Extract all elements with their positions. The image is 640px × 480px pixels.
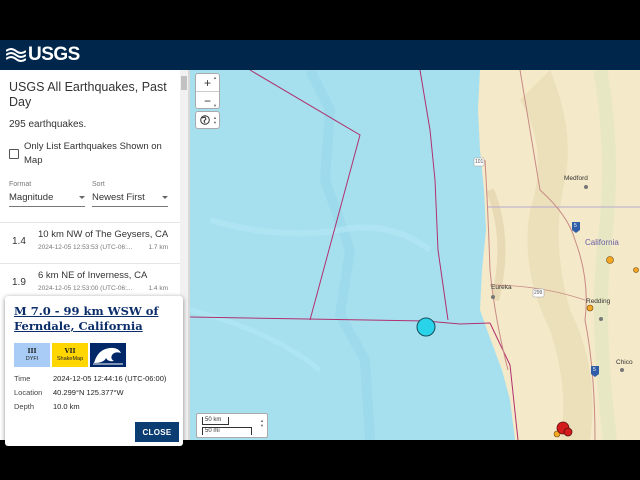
location-value: 40.299°N 125.377°W <box>53 388 124 397</box>
format-value: Magnitude <box>9 192 54 203</box>
list-item-depth: 1.4 km <box>148 285 168 292</box>
format-select-group: Format Magnitude <box>9 181 85 207</box>
map-label-medford: Medford <box>564 175 588 182</box>
sort-select-group: Sort Newest First <box>92 181 168 207</box>
map-label-california: California <box>585 238 619 247</box>
only-list-shown-checkbox[interactable] <box>9 149 19 159</box>
sort-select[interactable]: Newest First <box>92 192 168 207</box>
popup-event-title[interactable]: M 7.0 - 99 km WSW of Ferndale, Californi… <box>14 304 179 334</box>
depth-label: Depth <box>14 402 35 411</box>
shakemap-intensity: VII <box>64 347 76 355</box>
scale-mi: 50 mi <box>202 427 252 435</box>
usgs-logo[interactable]: USGS <box>6 44 80 66</box>
plus-icon: + <box>203 75 211 90</box>
map-label-hwy5b: 5 <box>593 367 596 373</box>
chevron-up-icon: ▲ <box>213 75 217 80</box>
shakemap-badge[interactable]: VII ShakeMap <box>52 343 88 367</box>
depth-value: 10.0 km <box>53 402 80 411</box>
sort-label: Sort <box>92 181 105 188</box>
dyfi-badge[interactable]: III DYFI <box>14 343 50 367</box>
popup-location-row: Location 40.299°N 125.377°W <box>14 388 124 397</box>
map-label-chico: Chico <box>616 359 633 366</box>
list-item-place: 6 km NE of Inverness, CA <box>38 270 148 281</box>
map-label-redding: Redding <box>586 298 611 305</box>
usgs-header: USGS <box>0 40 640 70</box>
map-scale: 50 km 50 mi ▲ ▼ <box>196 413 268 438</box>
chevron-down-icon: ▼ <box>213 103 217 108</box>
dyfi-label: DYFI <box>25 356 39 362</box>
map-canvas <box>190 70 640 440</box>
tsunami-icon[interactable] <box>90 343 126 367</box>
world-view-button[interactable]: ▲ ▼ <box>195 111 220 129</box>
chevron-updown-icon: ▲ ▼ <box>213 115 217 125</box>
list-item-depth: 1.7 km <box>148 244 168 251</box>
list-item-place: 10 km NW of The Geysers, CA <box>38 229 169 240</box>
map-label-hwy299: 299 <box>534 290 543 296</box>
zoom-in-button[interactable]: + ▲ <box>196 74 219 91</box>
map-label-eureka: Eureka <box>491 284 512 291</box>
scale-km: 50 km <box>202 417 229 425</box>
sort-value: Newest First <box>92 192 145 203</box>
usgs-logo-text: USGS <box>28 44 80 65</box>
popup-time-row: Time 2024-12-05 12:44:16 (UTC-06:00) <box>14 374 166 383</box>
format-select[interactable]: Magnitude <box>9 192 85 207</box>
time-value: 2024-12-05 12:44:16 (UTC-06:00) <box>53 374 167 383</box>
chevron-down-icon <box>162 196 168 199</box>
list-item[interactable]: 1.4 10 km NW of The Geysers, CA 2024-12-… <box>0 222 180 260</box>
earthquake-popup: M 7.0 - 99 km WSW of Ferndale, Californi… <box>5 296 183 446</box>
only-list-shown-label: Only List Earthquakes Shown on Map <box>24 141 162 166</box>
dyfi-intensity: III <box>27 347 37 355</box>
list-item-time: 2024-12-05 12:53:53 (UTC-06:... <box>38 244 133 251</box>
earthquake-map[interactable]: Medford California Eureka Redding Chico … <box>190 70 640 440</box>
list-item-magnitude: 1.4 <box>12 236 26 247</box>
scrollbar-thumb[interactable] <box>181 76 187 90</box>
usgs-wave-icon <box>6 47 26 63</box>
shakemap-label: ShakeMap <box>56 356 84 362</box>
only-list-shown-option[interactable]: Only List Earthquakes Shown on Map <box>9 140 164 168</box>
format-label: Format <box>9 181 32 188</box>
map-label-hwy101: 101 <box>475 159 484 165</box>
list-title: USGS All Earthquakes, Past Day <box>9 80 167 109</box>
minus-icon: − <box>203 93 211 108</box>
popup-depth-row: Depth 10.0 km <box>14 402 80 411</box>
time-label: Time <box>14 374 31 383</box>
map-label-hwy5a: 5 <box>574 223 577 229</box>
location-label: Location <box>14 388 43 397</box>
list-item-magnitude: 1.9 <box>12 277 26 288</box>
earthquake-count: 295 earthquakes. <box>9 119 87 130</box>
globe-icon <box>200 115 210 125</box>
close-button[interactable]: CLOSE <box>135 422 179 442</box>
chevron-updown-icon[interactable]: ▲ ▼ <box>260 418 264 428</box>
chevron-down-icon <box>79 196 85 199</box>
zoom-out-button[interactable]: − ▼ <box>196 92 219 109</box>
impact-badges: III DYFI VII ShakeMap <box>14 343 126 367</box>
list-item-time: 2024-12-05 12:53:00 (UTC-06:... <box>38 285 133 292</box>
zoom-control: + ▲ − ▼ <box>195 73 220 109</box>
